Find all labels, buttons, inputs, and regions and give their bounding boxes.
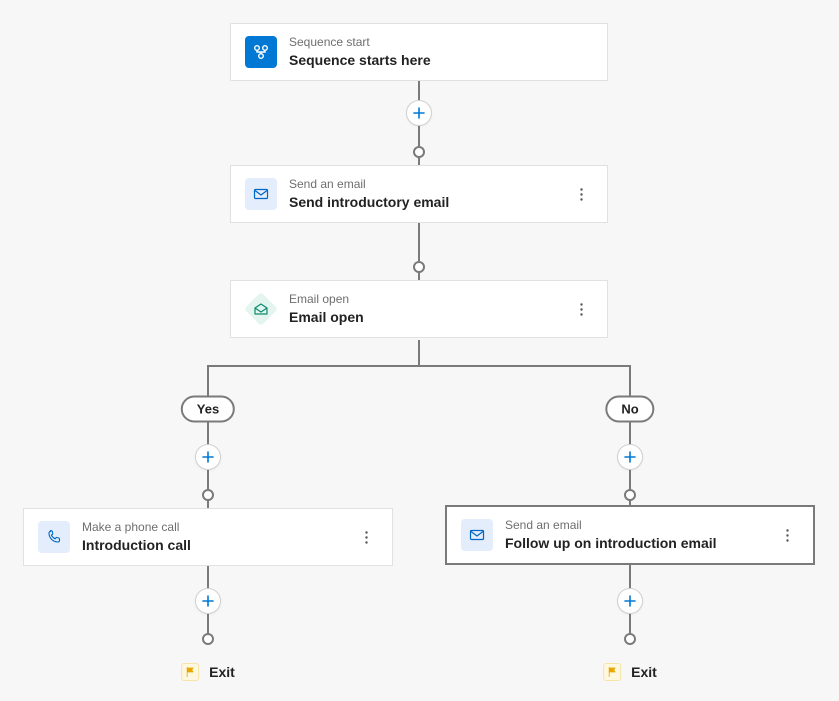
node-type-label: Make a phone call — [82, 519, 354, 536]
exit-label: Exit — [209, 664, 235, 680]
add-step-button[interactable] — [406, 100, 432, 126]
yes-branch-pill[interactable]: Yes — [181, 396, 235, 423]
send-email-node[interactable]: Send an email Send introductory email — [230, 165, 608, 223]
node-type-label: Send an email — [505, 517, 775, 534]
node-title: Introduction call — [82, 536, 354, 556]
send-email-node-followup[interactable]: Send an email Follow up on introduction … — [445, 505, 815, 565]
node-title: Email open — [289, 308, 569, 328]
add-step-button[interactable] — [195, 444, 221, 470]
no-branch-pill[interactable]: No — [605, 396, 654, 423]
connector-dot — [202, 489, 214, 501]
sequence-start-node[interactable]: Sequence start Sequence starts here — [230, 23, 608, 81]
condition-icon — [245, 293, 277, 325]
node-title: Send introductory email — [289, 193, 569, 213]
node-type-label: Sequence start — [289, 34, 593, 51]
more-options-button[interactable] — [569, 182, 593, 206]
connector — [208, 365, 631, 367]
add-step-button[interactable] — [195, 588, 221, 614]
node-type-label: Send an email — [289, 176, 569, 193]
connector-dot — [624, 489, 636, 501]
flag-icon — [181, 663, 199, 681]
node-title: Follow up on introduction email — [505, 534, 775, 554]
email-icon — [245, 178, 277, 210]
phone-icon — [38, 521, 70, 553]
email-open-condition-node[interactable]: Email open Email open — [230, 280, 608, 338]
exit-node[interactable]: Exit — [603, 663, 657, 681]
connector-dot — [202, 633, 214, 645]
connector — [418, 340, 420, 367]
node-type-label: Email open — [289, 291, 569, 308]
connector-dot — [624, 633, 636, 645]
phone-call-node[interactable]: Make a phone call Introduction call — [23, 508, 393, 566]
connector-dot — [413, 146, 425, 158]
flow-icon — [245, 36, 277, 68]
add-step-button[interactable] — [617, 444, 643, 470]
exit-node[interactable]: Exit — [181, 663, 235, 681]
flag-icon — [603, 663, 621, 681]
email-icon — [461, 519, 493, 551]
more-options-button[interactable] — [354, 525, 378, 549]
add-step-button[interactable] — [617, 588, 643, 614]
node-title: Sequence starts here — [289, 51, 593, 71]
connector-dot — [413, 261, 425, 273]
more-options-button[interactable] — [775, 523, 799, 547]
exit-label: Exit — [631, 664, 657, 680]
more-options-button[interactable] — [569, 297, 593, 321]
